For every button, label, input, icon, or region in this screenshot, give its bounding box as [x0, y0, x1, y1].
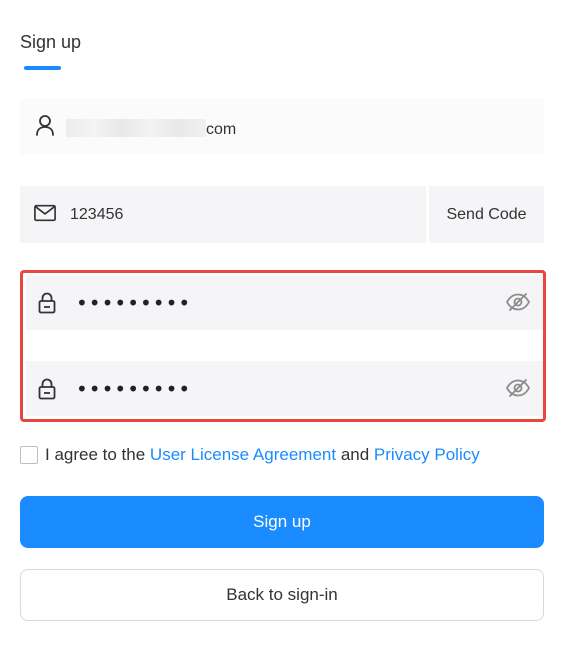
- user-license-agreement-link[interactable]: User License Agreement: [150, 445, 336, 465]
- verification-code-value: 123456: [70, 205, 124, 223]
- email-field[interactable]: com: [20, 99, 544, 155]
- password-value: •••••••••: [76, 290, 192, 315]
- send-code-button[interactable]: Send Code: [426, 186, 544, 243]
- privacy-policy-link[interactable]: Privacy Policy: [374, 445, 480, 465]
- redacted-email-part: [66, 119, 206, 137]
- password-group-highlight: ••••••••• •••••••••: [20, 270, 546, 422]
- mail-icon: [34, 202, 56, 224]
- tab-signup[interactable]: Sign up: [20, 32, 81, 53]
- back-to-signin-button[interactable]: Back to sign-in: [20, 569, 544, 621]
- lock-icon: [36, 378, 58, 400]
- agree-checkbox[interactable]: [20, 446, 38, 464]
- tab-active-indicator: [24, 66, 61, 70]
- eye-hidden-icon[interactable]: [503, 375, 533, 401]
- user-icon: [34, 114, 56, 136]
- email-suffix: com: [206, 121, 237, 138]
- agreement-conjunction: and: [340, 445, 370, 464]
- confirm-password-field[interactable]: •••••••••: [26, 361, 543, 416]
- password-field[interactable]: •••••••••: [26, 275, 543, 330]
- signup-button[interactable]: Sign up: [20, 496, 544, 548]
- verification-code-field[interactable]: 123456 Send Code: [20, 186, 544, 243]
- agreement-row: I agree to the User License Agreement an…: [20, 444, 480, 466]
- agreement-prefix: I agree to the: [45, 445, 146, 464]
- email-value: com: [66, 119, 236, 139]
- eye-hidden-icon[interactable]: [503, 289, 533, 315]
- confirm-password-value: •••••••••: [76, 376, 192, 401]
- lock-icon: [36, 292, 58, 314]
